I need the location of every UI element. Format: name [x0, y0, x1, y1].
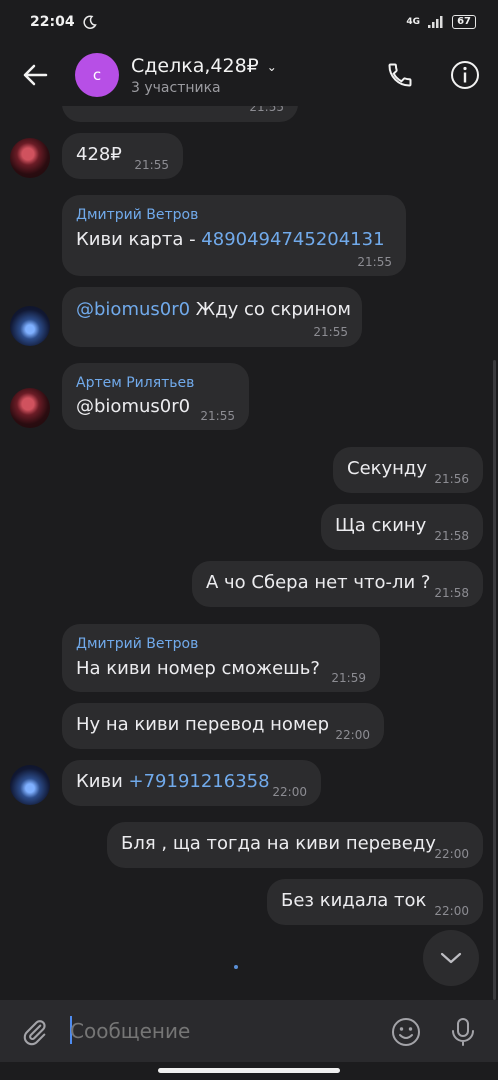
scroll-down-button[interactable]	[423, 930, 479, 986]
info-icon	[451, 61, 479, 89]
status-bar: 22:04 4G 67	[0, 0, 498, 44]
message-time: 21:55	[134, 158, 169, 172]
card-number-link[interactable]: 4890494745204131	[201, 229, 384, 250]
home-indicator[interactable]	[158, 1068, 340, 1073]
message-time: 22:00	[434, 904, 469, 918]
message-bubble[interactable]: Бля , ща тогда на киви переведу 22:00	[107, 822, 483, 868]
message-bubble[interactable]: Дмитрий Ветров На киви номер сможешь? 21…	[62, 624, 380, 692]
message-sender: Дмитрий Ветров	[76, 636, 199, 652]
message-text: Секунду	[347, 458, 428, 479]
message-time: 21:59	[331, 671, 366, 685]
message-text: 428₽	[76, 144, 122, 165]
microphone-icon	[452, 1018, 474, 1046]
message-composer	[0, 1000, 498, 1062]
battery-indicator: 67	[452, 15, 476, 29]
message-time: 22:00	[335, 728, 370, 742]
info-button[interactable]	[448, 58, 482, 92]
emoji-button[interactable]	[389, 1015, 423, 1049]
message-bubble[interactable]: Киви +79191216358 22:00	[62, 760, 321, 806]
message-bubble[interactable]: 428₽ 21:55	[62, 133, 183, 179]
mention-link[interactable]: @biomus0r0	[76, 396, 190, 417]
mention-link[interactable]: @biomus0r0	[76, 299, 190, 320]
message-text: Ну на киви перевод номер	[76, 714, 330, 735]
message-time: 21:55	[249, 106, 284, 114]
message-list[interactable]: 21:55 428₽ 21:55 Дмитрий Ветров Киви кар…	[0, 106, 498, 1000]
chat-title-block[interactable]: Сделка,428₽ ⌄ 3 участника	[131, 55, 277, 96]
chat-subtitle: 3 участника	[131, 79, 221, 96]
message-bubble[interactable]: Ну на киви перевод номер 22:00	[62, 703, 384, 749]
attach-icon	[23, 1020, 46, 1046]
chevron-down-icon	[440, 952, 462, 964]
message-time: 22:00	[434, 847, 469, 861]
message-time: 21:55	[200, 409, 235, 423]
avatar[interactable]	[10, 306, 50, 346]
unread-dot	[234, 965, 238, 969]
chat-avatar[interactable]: с	[75, 53, 119, 97]
message-text: Киви +79191216358	[76, 771, 270, 792]
message-bubble[interactable]: Секунду 21:56	[333, 447, 483, 493]
message-time: 21:55	[357, 255, 392, 269]
message-sender: Дмитрий Ветров	[76, 207, 199, 223]
message-time: 22:00	[272, 785, 307, 799]
message-bubble[interactable]: Без кидала ток 22:00	[267, 879, 483, 925]
message-time: 21:55	[313, 325, 348, 339]
avatar[interactable]	[10, 765, 50, 805]
message-time: 21:58	[434, 586, 469, 600]
moon-icon	[83, 15, 97, 29]
message-text: @biomus0r0 Жду со скрином	[76, 299, 351, 320]
message-text: Ща скину	[335, 515, 427, 536]
message-bubble[interactable]: Ща скину 21:58	[321, 504, 483, 550]
back-button[interactable]	[0, 44, 70, 106]
message-input[interactable]	[70, 1018, 370, 1044]
avatar[interactable]	[10, 388, 50, 428]
message-bubble[interactable]: 21:55	[62, 106, 298, 122]
message-text: А чо Сбера нет что-ли ?	[206, 572, 431, 593]
network-label: 4G	[406, 17, 421, 27]
chat-header: с Сделка,428₽ ⌄ 3 участника	[0, 44, 498, 106]
message-bubble[interactable]: @biomus0r0 Жду со скрином 21:55	[62, 287, 362, 347]
system-nav-bar	[0, 1062, 498, 1080]
emoji-icon	[392, 1018, 420, 1046]
signal-icon	[428, 16, 443, 28]
phone-icon	[388, 63, 412, 87]
chevron-down-icon: ⌄	[266, 59, 277, 74]
message-time: 21:56	[434, 472, 469, 486]
microphone-button[interactable]	[446, 1015, 480, 1049]
status-time: 22:04	[30, 14, 75, 30]
attach-button[interactable]	[18, 1015, 52, 1049]
message-time: 21:58	[434, 529, 469, 543]
chat-title: Сделка,428₽	[131, 54, 259, 77]
message-sender: Артем Рилятьев	[76, 375, 195, 391]
message-bubble[interactable]: Артем Рилятьев @biomus0r0 21:55	[62, 363, 249, 430]
message-text: Без кидала ток	[281, 890, 427, 911]
avatar[interactable]	[10, 138, 50, 178]
message-text: На киви номер сможешь?	[76, 658, 320, 679]
message-text: Бля , ща тогда на киви переведу	[121, 833, 436, 854]
scrollbar[interactable]	[493, 360, 496, 1000]
phone-number-link[interactable]: +79191216358	[129, 771, 270, 792]
message-text: Киви карта - 4890494745204131	[76, 229, 385, 250]
call-button[interactable]	[383, 58, 417, 92]
message-bubble[interactable]: А чо Сбера нет что-ли ? 21:58	[192, 561, 483, 607]
back-arrow-icon	[23, 64, 48, 86]
message-bubble[interactable]: Дмитрий Ветров Киви карта - 489049474520…	[62, 195, 406, 276]
